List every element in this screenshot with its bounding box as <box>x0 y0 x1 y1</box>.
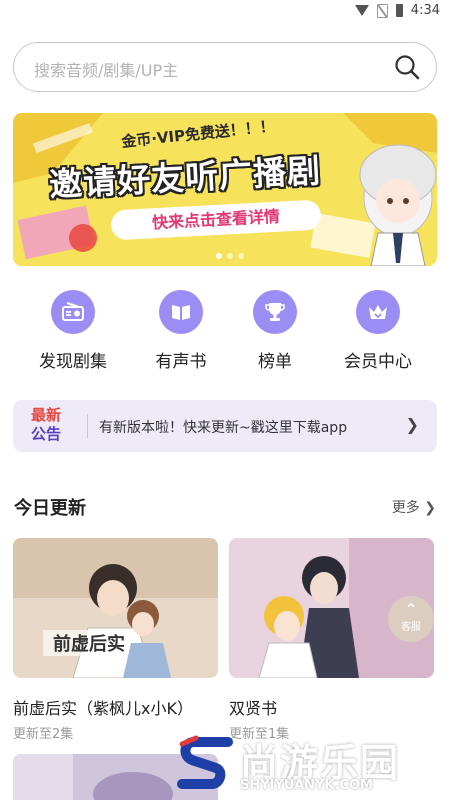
book-icon <box>159 290 203 334</box>
watermark-logo <box>177 735 233 789</box>
customer-service-button[interactable]: ⌃ 客服 <box>388 596 434 642</box>
quick-vip[interactable]: 会员中心 <box>333 290 423 372</box>
announcement-badge-label: 公告 <box>31 425 62 443</box>
crown-icon <box>356 290 400 334</box>
quick-audiobook-label: 有声书 <box>155 352 207 372</box>
more-link[interactable]: 更多 ❯ <box>392 497 436 517</box>
watermark-url: SHYIYUANYK.COM <box>240 778 373 793</box>
chevron-up-icon: ⌃ <box>404 600 418 619</box>
quick-audiobook[interactable]: 有声书 <box>136 290 226 372</box>
wifi-icon <box>354 5 369 16</box>
drama-title-2[interactable]: 双贤书 <box>229 695 277 719</box>
announcement-bar[interactable]: 最新 公告 有新版本啦！快来更新~戳这里下载app ❯ <box>13 400 437 452</box>
quick-discover-label: 发现剧集 <box>39 352 107 372</box>
banner-dot <box>216 253 222 259</box>
quick-discover[interactable]: 发现剧集 <box>28 290 118 372</box>
chevron-right-icon: ❯ <box>424 500 436 516</box>
quick-vip-label: 会员中心 <box>344 352 412 372</box>
banner-dot <box>227 253 233 259</box>
search-input[interactable]: 搜索音频/剧集/UP主 <box>34 57 178 81</box>
banner-dot <box>238 253 244 259</box>
customer-service-label: 客服 <box>401 622 421 633</box>
quick-ranking[interactable]: 榜单 <box>230 290 320 372</box>
radio-icon <box>51 290 95 334</box>
search-bar[interactable]: 搜索音频/剧集/UP主 <box>13 42 437 92</box>
battery-icon <box>395 4 403 17</box>
drama-cover-1[interactable]: 前虚后实 <box>13 538 218 678</box>
section-title-today: 今日更新 <box>14 498 86 519</box>
status-time: 4:34 <box>410 3 440 18</box>
site-watermark: 尚游乐园 SHYIYUANYK.COM <box>176 730 450 800</box>
chevron-right-icon: ❯ <box>405 415 419 434</box>
no-sim-icon <box>376 3 388 18</box>
trophy-icon <box>253 290 297 334</box>
announcement-badge-new: 最新 <box>31 406 62 424</box>
promo-banner[interactable]: 金币·VIP免费送！！！ 邀请好友听广播剧 快来点击查看详情 <box>13 113 437 266</box>
announcement-text: 有新版本啦！快来更新~戳这里下载app <box>99 420 348 436</box>
drama-title-1[interactable]: 前虚后实（紫枫儿x小K） <box>13 695 193 719</box>
banner-pagination <box>216 253 244 259</box>
announcement-divider <box>87 414 88 438</box>
svg-text:前虚后实: 前虚后实 <box>53 633 125 655</box>
more-label: 更多 <box>391 500 420 516</box>
search-icon[interactable] <box>394 54 420 80</box>
drama-progress-1: 更新至2集 <box>13 727 74 742</box>
announcement-badge: 最新 公告 <box>31 406 61 444</box>
status-bar: 4:34 <box>0 0 450 22</box>
quick-ranking-label: 榜单 <box>258 352 292 372</box>
